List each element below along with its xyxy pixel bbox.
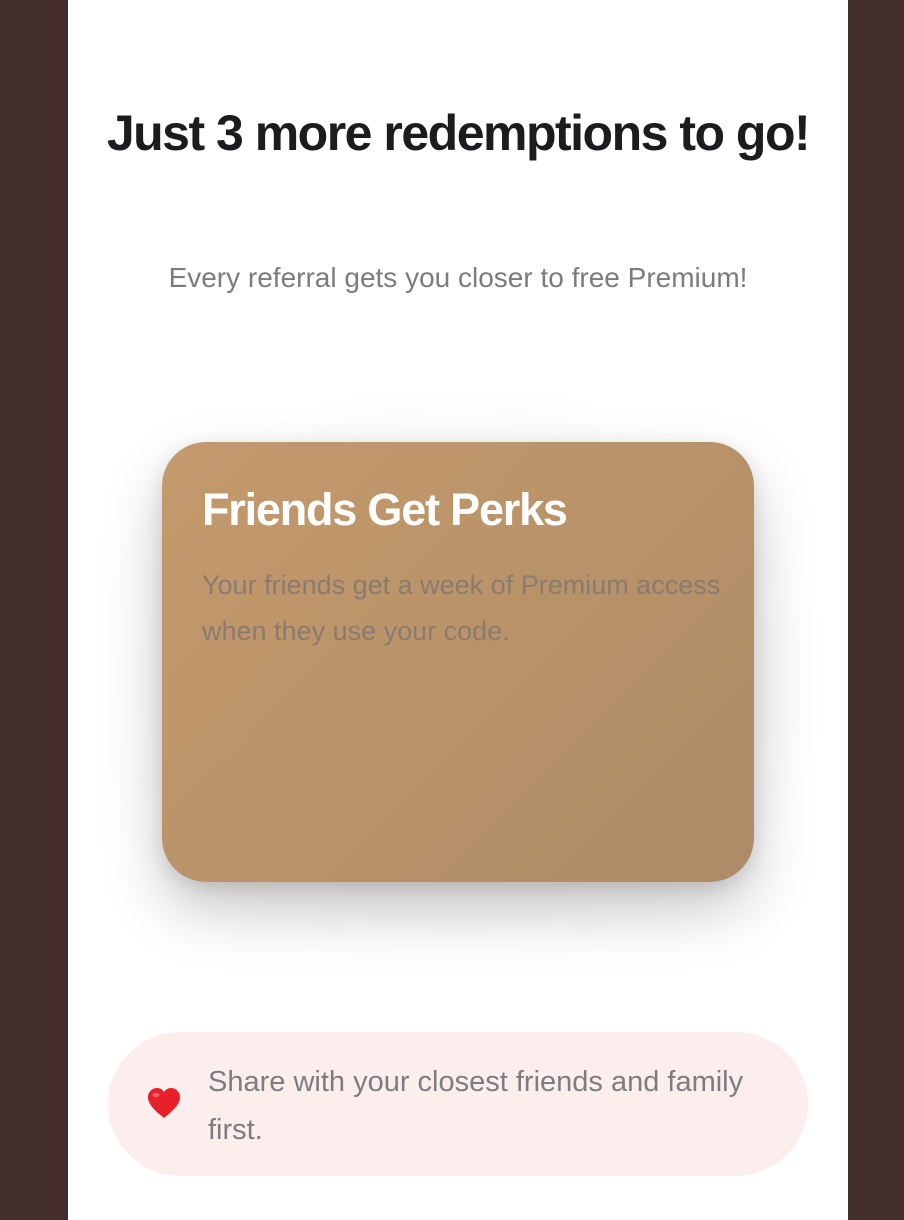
page-title: Just 3 more redemptions to go! [106,105,811,161]
referral-panel: Just 3 more redemptions to go! Every ref… [68,0,848,1220]
page-subtitle: Every referral gets you closer to free P… [168,262,748,293]
heart-icon [148,1088,180,1118]
perks-card-description: Your friends get a week of Premium acces… [202,570,721,646]
tip-text: Share with your closest friends and fami… [208,1066,744,1146]
tip-banner: Share with your closest friends and fami… [108,1032,808,1176]
perks-card-title: Friends Get Perks [202,484,568,535]
perks-card[interactable]: Friends Get Perks Your friends get a wee… [162,442,754,882]
